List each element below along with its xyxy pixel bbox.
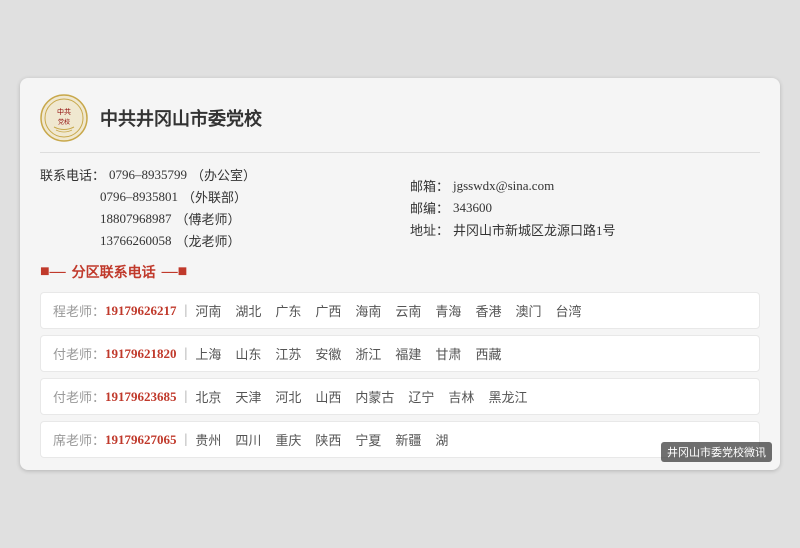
email-value: jgsswdx@sina.com <box>453 178 554 194</box>
region-item: 黑龙江 <box>488 387 527 406</box>
region-item: 甘肃 <box>435 344 461 363</box>
divider-0: | <box>185 303 188 319</box>
region-item: 辽宁 <box>408 387 434 406</box>
region-item: 山西 <box>315 387 341 406</box>
address-row: 地址： 井冈山市新城区龙源口路1号 <box>410 220 760 239</box>
phone-row-4: 13766260058 （龙老师） <box>40 231 390 250</box>
region-item: 湖 <box>435 430 448 449</box>
section-title-text: 分区联系电话 <box>72 262 156 282</box>
address-label: 地址： <box>410 220 449 239</box>
regions-3: 贵州四川重庆陕西宁夏新疆湖 <box>195 430 448 449</box>
region-item: 海南 <box>355 301 381 320</box>
region-row-1: 付老师：19179621820 | 上海山东江苏安徽浙江福建甘肃西藏 <box>40 335 760 372</box>
header: 中共 党校 中共井冈山市委党校 <box>40 94 760 153</box>
phone1-note: （办公室） <box>191 165 256 184</box>
region-item: 湖北 <box>235 301 261 320</box>
watermark: 井冈山市委党校微讯 <box>661 442 772 462</box>
postal-value: 343600 <box>453 200 492 216</box>
region-item: 吉林 <box>448 387 474 406</box>
contact-grid: 联系电话： 0796–8935799 （办公室） 0796–8935801 （外… <box>40 165 760 250</box>
region-item: 宁夏 <box>355 430 381 449</box>
main-card: 中共 党校 中共井冈山市委党校 联系电话： 0796–8935799 （办公室）… <box>20 78 780 470</box>
phone2-value: 0796–8935801 <box>100 189 178 205</box>
phone-row-2: 0796–8935801 （外联部） <box>40 187 390 206</box>
region-item: 山东 <box>235 344 261 363</box>
section-title: ■— 分区联系电话 —■ <box>40 262 760 282</box>
region-item: 澳门 <box>515 301 541 320</box>
teacher-phone-0: 19179626217 <box>105 303 177 319</box>
phone4-note: （龙老师） <box>176 231 241 250</box>
region-item: 广西 <box>315 301 341 320</box>
regions-2: 北京天津河北山西内蒙古辽宁吉林黑龙江 <box>195 387 527 406</box>
region-item: 青海 <box>435 301 461 320</box>
region-item: 云南 <box>395 301 421 320</box>
right-dash: —■ <box>162 263 188 281</box>
email-row: 邮箱： jgsswdx@sina.com <box>410 176 760 195</box>
region-item: 浙江 <box>355 344 381 363</box>
divider-3: | <box>185 432 188 448</box>
region-row-3: 席老师：19179627065 | 贵州四川重庆陕西宁夏新疆湖 <box>40 421 760 458</box>
contact-left: 联系电话： 0796–8935799 （办公室） 0796–8935801 （外… <box>40 165 390 250</box>
region-item: 河北 <box>275 387 301 406</box>
email-label: 邮箱： <box>410 176 449 195</box>
postal-label: 邮编： <box>410 198 449 217</box>
teacher-name-3: 席老师： <box>53 430 105 449</box>
region-item: 贵州 <box>195 430 221 449</box>
postal-row: 邮编： 343600 <box>410 198 760 217</box>
teacher-phone-3: 19179627065 <box>105 432 177 448</box>
regions-0: 河南湖北广东广西海南云南青海香港澳门台湾 <box>195 301 581 320</box>
phone-row-1: 联系电话： 0796–8935799 （办公室） <box>40 165 390 184</box>
region-rows: 程老师：19179626217 | 河南湖北广东广西海南云南青海香港澳门台湾付老师：… <box>40 292 760 458</box>
address-value: 井冈山市新城区龙源口路1号 <box>453 220 616 239</box>
svg-text:中共: 中共 <box>57 107 71 116</box>
contact-right: 邮箱： jgsswdx@sina.com 邮编： 343600 地址： 井冈山市… <box>410 165 760 250</box>
phone-row-3: 18807968987 （傅老师） <box>40 209 390 228</box>
teacher-phone-2: 19179623685 <box>105 389 177 405</box>
region-item: 新疆 <box>395 430 421 449</box>
school-name: 中共井冈山市委党校 <box>100 105 262 131</box>
school-logo: 中共 党校 <box>40 94 88 142</box>
region-item: 香港 <box>475 301 501 320</box>
svg-text:党校: 党校 <box>58 118 70 126</box>
region-item: 内蒙古 <box>355 387 394 406</box>
phone2-note: （外联部） <box>182 187 247 206</box>
teacher-name-1: 付老师： <box>53 344 105 363</box>
region-item: 广东 <box>275 301 301 320</box>
region-item: 江苏 <box>275 344 301 363</box>
region-item: 河南 <box>195 301 221 320</box>
region-item: 西藏 <box>475 344 501 363</box>
region-item: 北京 <box>195 387 221 406</box>
phone-label: 联系电话： <box>40 165 105 184</box>
phone3-value: 18807968987 <box>100 211 172 227</box>
region-item: 福建 <box>395 344 421 363</box>
region-item: 四川 <box>235 430 261 449</box>
divider-1: | <box>185 346 188 362</box>
region-item: 重庆 <box>275 430 301 449</box>
region-item: 上海 <box>195 344 221 363</box>
region-row-0: 程老师：19179626217 | 河南湖北广东广西海南云南青海香港澳门台湾 <box>40 292 760 329</box>
regions-1: 上海山东江苏安徽浙江福建甘肃西藏 <box>195 344 501 363</box>
region-item: 陕西 <box>315 430 341 449</box>
divider-2: | <box>185 389 188 405</box>
teacher-phone-1: 19179621820 <box>105 346 177 362</box>
region-item: 安徽 <box>315 344 341 363</box>
teacher-name-0: 程老师： <box>53 301 105 320</box>
region-row-2: 付老师：19179623685 | 北京天津河北山西内蒙古辽宁吉林黑龙江 <box>40 378 760 415</box>
phone3-note: （傅老师） <box>176 209 241 228</box>
region-item: 台湾 <box>555 301 581 320</box>
phone4-value: 13766260058 <box>100 233 172 249</box>
region-item: 天津 <box>235 387 261 406</box>
phone1-value: 0796–8935799 <box>109 167 187 183</box>
teacher-name-2: 付老师： <box>53 387 105 406</box>
left-dash: ■— <box>40 263 66 281</box>
